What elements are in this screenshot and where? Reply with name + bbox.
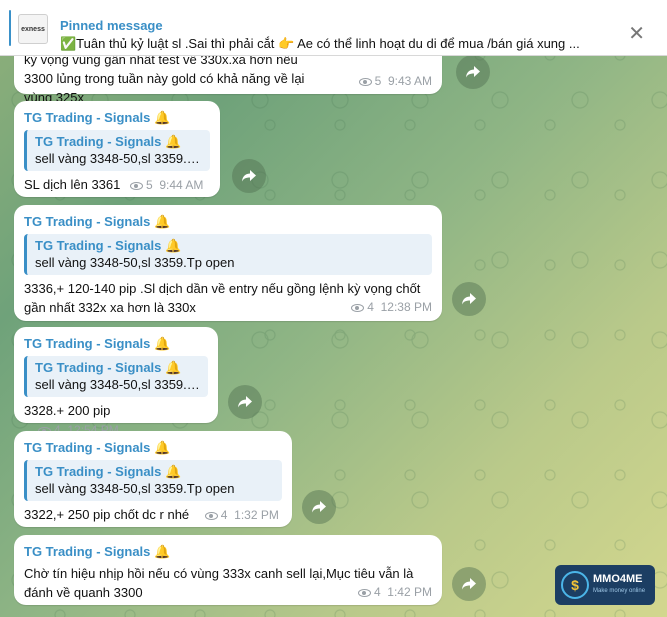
view-count: 5 [374, 74, 382, 88]
watermark-name: MMO4ME [593, 573, 643, 585]
reply-quote[interactable]: TG Trading - Signals 🔔 sell vàng 3348-50… [24, 130, 210, 171]
message-bubble[interactable]: TG Trading - Signals 🔔 Chờ tín hiệu nhịp… [14, 535, 442, 605]
views-icon [357, 588, 371, 597]
close-icon[interactable]: ✕ [628, 24, 645, 44]
forward-button[interactable] [228, 385, 262, 419]
message-time: 9:44 AM [159, 178, 204, 192]
forward-icon [462, 293, 476, 305]
forward-button[interactable] [302, 490, 336, 524]
forward-button[interactable] [452, 567, 486, 601]
message-meta: 4 12:38 PM [351, 300, 432, 314]
view-count: 4 [220, 508, 228, 522]
message-text: kỳ vọng vùng gần nhất test về 330x.xa hơ… [24, 52, 305, 105]
forward-button[interactable] [456, 55, 490, 89]
message-bubble[interactable]: TG Trading - Signals 🔔 TG Trading - Sign… [14, 431, 292, 527]
pinned-thumb-label: exness [21, 25, 45, 33]
pinned-accent-line [9, 10, 11, 46]
quote-text: sell vàng 3348-50,sl 3359.Tp open [35, 255, 235, 270]
forward-icon [238, 396, 252, 408]
pinned-message-bar[interactable]: exness Pinned message ✅Tuân thủ kỷ luật … [0, 0, 667, 56]
message-time: 1:42 PM [387, 585, 432, 599]
reply-quote[interactable]: TG Trading - Signals 🔔 sell vàng 3348-50… [24, 234, 432, 275]
message-sender[interactable]: TG Trading - Signals 🔔 [24, 439, 282, 456]
quote-sender: TG Trading - Signals 🔔 [35, 134, 182, 149]
mmo4me-watermark: $ MMO4ME Make money online [555, 565, 655, 605]
view-count: 5 [146, 178, 153, 192]
message-sender[interactable]: TG Trading - Signals 🔔 [24, 543, 432, 560]
message-meta: 4 1:32 PM [204, 508, 279, 522]
quote-text: sell vàng 3348-50,sl 3359.Tp... [35, 151, 202, 166]
message-bubble[interactable]: TG Trading - Signals 🔔 TG Trading - Sign… [14, 327, 218, 437]
message-time: 9:43 AM [387, 74, 432, 88]
pinned-title: Pinned message [60, 18, 163, 33]
quote-text: sell vàng 3348-50,sl 3359.T... [35, 377, 200, 392]
forward-icon [242, 170, 256, 182]
pinned-text: ✅Tuân thủ kỷ luật sl .Sai thì phải cắt 👉… [60, 36, 580, 51]
views-icon [351, 303, 365, 312]
forward-icon [462, 578, 476, 590]
message-body: 3328.+ 200 pip [24, 403, 111, 418]
views-icon [358, 77, 372, 86]
forward-icon [466, 66, 480, 78]
message-time: 12:38 PM [380, 300, 432, 314]
quote-sender: TG Trading - Signals 🔔 [35, 238, 182, 253]
reply-quote[interactable]: TG Trading - Signals 🔔 sell vàng 3348-50… [24, 460, 282, 501]
pinned-thumbnail: exness [18, 14, 48, 44]
views-icon [204, 511, 218, 520]
message-bubble[interactable]: TG Trading - Signals 🔔 TG Trading - Sign… [14, 205, 442, 321]
message-sender[interactable]: TG Trading - Signals 🔔 [24, 109, 210, 126]
message-body: 3322,+ 250 pip chốt dc r nhé [24, 507, 190, 522]
message-meta: 4 1:42 PM [357, 585, 432, 599]
quote-sender: TG Trading - Signals 🔔 [35, 360, 182, 375]
dollar-logo-icon: $ [561, 571, 589, 599]
message-bubble[interactable]: TG Trading - Signals 🔔 TG Trading - Sign… [14, 101, 220, 197]
forward-button[interactable] [452, 282, 486, 316]
message-sender[interactable]: TG Trading - Signals 🔔 [24, 213, 432, 230]
message-sender[interactable]: TG Trading - Signals 🔔 [24, 335, 208, 352]
message-meta: 5 9:43 AM [358, 74, 432, 88]
views-icon [130, 181, 143, 190]
message-text: SL dịch lên 3361 5 9:44 AM [24, 175, 210, 195]
message-text: 3322,+ 250 pip chốt dc r nhé 4 1:32 PM [24, 505, 282, 525]
view-count: 4 [367, 300, 374, 314]
forward-icon [312, 501, 326, 513]
reply-quote[interactable]: TG Trading - Signals 🔔 sell vàng 3348-50… [24, 356, 208, 397]
message-meta: 5 9:44 AM [130, 178, 203, 192]
message-time: 1:32 PM [234, 508, 279, 522]
quote-sender: TG Trading - Signals 🔔 [35, 464, 182, 479]
watermark-text: MMO4ME Make money online [593, 573, 645, 597]
message-body: SL dịch lên 3361 [24, 177, 121, 192]
view-count: 4 [373, 585, 381, 599]
watermark-tagline: Make money online [593, 588, 646, 594]
forward-button[interactable] [232, 159, 266, 193]
quote-text: sell vàng 3348-50,sl 3359.Tp open [35, 481, 235, 496]
